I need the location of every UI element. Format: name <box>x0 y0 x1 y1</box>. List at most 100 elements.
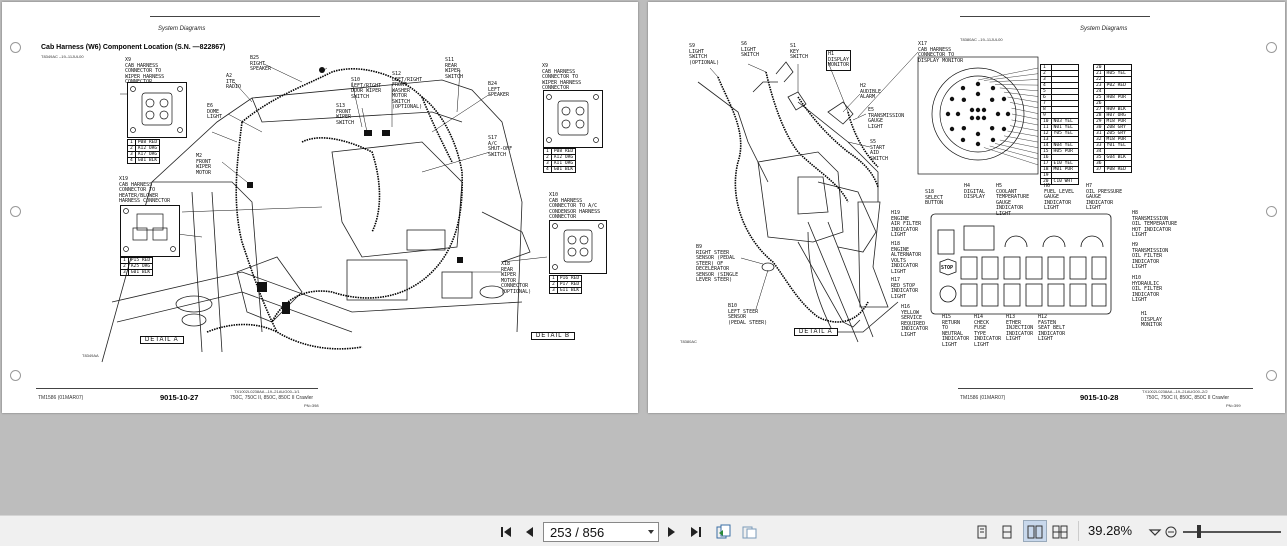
label-h2: H2 AUDIBLE ALARM <box>860 83 882 100</box>
pin-row: 2 A25 ORG <box>120 263 154 270</box>
connector-pin <box>989 97 995 103</box>
page-number-select[interactable]: 253 / 856 <box>543 522 659 542</box>
label-x19: X19 CAB HARNESS CONNECTOR TO HEATER/BLOW… <box>119 176 171 204</box>
page-number: 9015-10-28 <box>1080 393 1119 402</box>
x9b-pin-table: 1 P08 RED 2 A12 ORG 3 A11 ORG 4 G01 BLK <box>543 148 577 173</box>
single-page-view-button[interactable] <box>975 524 989 540</box>
label-s6: S6 LIGHT SWITCH <box>741 41 760 58</box>
page-left: System Diagrams Cab Harness (W6) Compone… <box>2 2 638 413</box>
pin-leader-line <box>999 87 1039 91</box>
pin-row: 35 G04 BLK <box>1093 154 1132 161</box>
facing-view-button[interactable] <box>1027 524 1043 540</box>
toolbar-separator <box>1078 521 1079 541</box>
pin-leader-line <box>994 143 1039 154</box>
next-view-button[interactable] <box>740 524 758 540</box>
last-page-button[interactable] <box>689 524 703 540</box>
connector-pin <box>975 131 981 137</box>
x9-connector-face <box>127 82 187 138</box>
pin-row: 1 P08 RED <box>127 139 161 146</box>
footer-pn: PN=399 <box>1226 403 1241 408</box>
label-h19: H19 ENGINE AIR FILTER INDICATOR LIGHT <box>891 210 922 238</box>
figure-id: T8349AA <box>82 353 99 358</box>
pin-row: 27 H09 BLK <box>1093 106 1132 113</box>
connector-pin <box>975 115 981 121</box>
zoom-options-button[interactable] <box>1148 524 1162 540</box>
zoom-slider-thumb[interactable] <box>1197 525 1201 538</box>
previous-view-button[interactable] <box>714 524 732 540</box>
detail-b-box: DETAIL B <box>531 332 576 340</box>
continuous-view-button[interactable] <box>1000 524 1014 540</box>
previous-page-button[interactable] <box>523 524 535 540</box>
x9b-connector-face <box>543 90 603 148</box>
pin-leader-line <box>1007 130 1039 137</box>
footer-ref: TX1002L0238AA –19–21AUG00–2/2 <box>1142 389 1208 394</box>
footer-ref: TX1002L0238AA –19–21AUG00–1/1 <box>234 389 300 394</box>
label-m2: M2 FRONT WIPER MOTOR <box>196 153 212 176</box>
facing-pages-icon <box>1027 525 1043 539</box>
label-h7: H7 OIL PRESSURE GAUGE INDICATOR LIGHT <box>1086 183 1123 211</box>
label-h1: H1 DISPLAY MONITOR <box>826 50 852 71</box>
connector-pin <box>960 137 966 143</box>
detail-a-box: DETAIL A <box>794 328 838 336</box>
next-view-icon <box>742 526 757 539</box>
connector-pin <box>981 115 987 121</box>
pin-row: 28 H07 ORG <box>1093 112 1132 119</box>
connector-pin <box>981 107 987 113</box>
label-x9: X9 CAB HARNESS CONNECTOR TO WIPER HARNES… <box>125 57 165 85</box>
connector-pin <box>975 141 981 147</box>
footer-rule <box>958 388 1253 389</box>
connector-pin <box>949 96 955 102</box>
facing-continuous-view-button[interactable] <box>1052 524 1068 540</box>
pin-leader-line <box>977 67 1039 81</box>
next-page-icon <box>668 527 675 537</box>
x17-pin-table-left: 1 2 3 4 5 6 7 8 9 10 N03 YEL 11 N01 YEL 12 Y05 YEL 13 14… <box>1040 64 1079 185</box>
label-s18: S18 SELECT BUTTON <box>925 189 944 206</box>
pin-row: 12 Y05 YEL <box>1040 130 1079 137</box>
pin-leader-line <box>1004 135 1039 143</box>
previous-view-icon <box>716 524 731 539</box>
pin-number: 37 <box>1093 166 1105 173</box>
connector-pin <box>969 107 975 113</box>
label-s11: S11 REAR WIPER SWITCH <box>445 57 464 80</box>
figure-id: T8380AC <box>680 339 697 344</box>
label-h17: H17 RED STOP INDICATOR LIGHT <box>891 277 919 300</box>
next-page-button[interactable] <box>666 524 678 540</box>
zoom-level: 39.28% <box>1088 523 1133 538</box>
last-page-icon <box>691 527 701 537</box>
pin-leader-line <box>1011 119 1039 126</box>
label-h5: H5 COOLANT TEMPERATURE GAUGE INDICATOR L… <box>996 183 1030 217</box>
document-viewport[interactable]: System Diagrams Cab Harness (W6) Compone… <box>0 0 1287 515</box>
label-s12: S12 LEFT/RIGHT FRONT WASHER MOTOR SWITCH… <box>392 71 423 110</box>
label-h6: H6 FUEL LEVEL GAUGE INDICATOR LIGHT <box>1044 183 1075 211</box>
label-x18: X18 REAR WIPER MOTOR CONNECTOR (OPTIONAL… <box>501 261 532 295</box>
connector-pin <box>961 97 967 103</box>
connector-pin <box>975 91 981 97</box>
first-page-button[interactable] <box>499 524 513 540</box>
label-h13: H13 ETHER INJECTION INDICATOR LIGHT <box>1006 314 1034 342</box>
pin-wire: P08 RED <box>1103 166 1132 173</box>
pin-row: 21 R05 YEL <box>1093 70 1132 77</box>
pin-row: 32 M18 PUR <box>1093 136 1132 143</box>
label-b25: B25 RIGHT SPEAKER <box>250 55 272 72</box>
pin-leader-line <box>1007 96 1039 103</box>
pin-row: 3 A17 ORG <box>127 151 161 158</box>
x10-pin-table: 1 P16 RED 2 P17 RED 3 G11 BLK <box>549 275 583 294</box>
pin-row: 15 H05 PUR <box>1040 148 1079 155</box>
label-b24: B24 LEFT SPEAKER <box>488 81 510 98</box>
cab-console-diagram <box>697 51 1112 343</box>
footer-rule <box>36 388 318 389</box>
pin-row: 1 P08 RED <box>543 148 577 155</box>
connector-pin <box>990 137 996 143</box>
pin-leader-line <box>1011 107 1039 114</box>
label-a2: A2 ITE RADIO <box>226 73 242 90</box>
x10-connector-face <box>549 220 607 274</box>
label-h1b: H1 DISPLAY MONITOR <box>1141 311 1163 328</box>
footer-models: 750C, 750C II, 850C, 850C II Crawler <box>1146 395 1230 401</box>
zoom-out-button[interactable] <box>1165 524 1177 540</box>
chevron-down-icon <box>648 530 654 534</box>
previous-page-icon <box>526 527 533 537</box>
connector-pin <box>949 126 955 132</box>
page-number-value: 253 / 856 <box>550 524 605 540</box>
x17-pin-table-right: 20 21 R05 YEL 22 23 P02 RED 24 25 H08 PUR 26 27 H09… <box>1093 64 1132 173</box>
pin-leader-line <box>994 84 1039 86</box>
